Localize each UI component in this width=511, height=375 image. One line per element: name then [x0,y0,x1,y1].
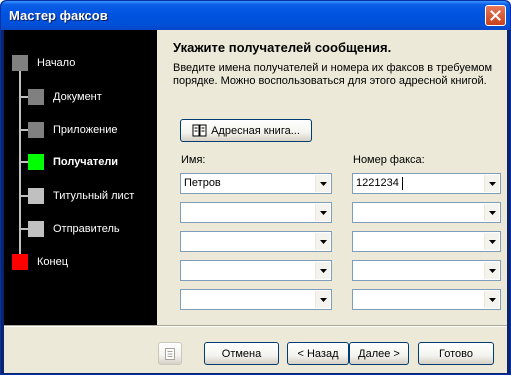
step-label: Документ [53,91,102,103]
next-button[interactable]: Далее > [349,342,409,365]
address-book-button[interactable]: Адресная книга... [180,119,312,142]
dropdown-button[interactable] [315,291,330,308]
address-book-label: Адресная книга... [211,124,300,137]
dropdown-button[interactable] [315,233,330,250]
recipient-fax-combo[interactable] [352,289,501,310]
chevron-down-icon [319,181,327,186]
help-icon [165,347,175,360]
recipient-name-combo[interactable] [180,289,332,310]
address-book-icon [192,124,207,136]
chevron-down-icon [488,181,496,186]
title-bar[interactable]: Мастер факсов [1,1,510,30]
chevron-down-icon [319,239,327,244]
finish-button[interactable]: Готово [418,342,494,365]
recipient-fax-combo[interactable]: 1221234 [352,173,501,194]
recipient-fax-combo[interactable] [352,260,501,281]
dropdown-button[interactable] [484,204,499,221]
chevron-down-icon [319,268,327,273]
chevron-down-icon [319,210,327,215]
recipient-name-combo[interactable] [180,231,332,252]
step-label: Приложение [53,124,118,136]
dropdown-button[interactable] [315,175,330,192]
wizard-client-area: Начало Документ Приложение Получатели Титуль… [4,30,507,373]
step-label: Отправитель [53,223,120,235]
dropdown-button[interactable] [315,204,330,221]
dropdown-button[interactable] [484,262,499,279]
help-button[interactable] [158,342,182,365]
step-status-icon [28,89,44,105]
step-status-icon [28,154,44,170]
window-title: Мастер факсов [9,8,108,23]
step-status-icon [12,254,28,270]
fax-column-label: Номер факса: [353,154,425,166]
back-button[interactable]: < Назад [287,342,349,365]
recipients-page: Укажите получателей сообщения. Введите и… [157,30,507,325]
chevron-down-icon [488,210,496,215]
dropdown-button[interactable] [315,262,330,279]
close-button[interactable] [485,5,506,26]
step-status-icon [28,122,44,138]
close-icon [490,10,501,21]
steps-panel: Начало Документ Приложение Получатели Титуль… [4,30,157,325]
recipient-name-combo[interactable]: Петров [180,173,332,194]
cancel-button[interactable]: Отмена [204,342,279,365]
chevron-down-icon [488,239,496,244]
chevron-down-icon [319,297,327,302]
recipient-fax-value: 1221234 [356,177,399,189]
step-status-icon [28,221,44,237]
recipient-name-combo[interactable] [180,260,332,281]
fax-wizard-window: Мастер факсов Начало Документ Приложение По… [0,0,511,375]
name-column-label: Имя: [181,154,206,166]
dropdown-button[interactable] [484,233,499,250]
step-status-icon [28,188,44,204]
text-cursor [402,177,403,190]
step-label: Титульный лист [53,190,135,202]
wizard-buttons-bar: Отмена < Назад Далее > Готово [4,327,507,373]
step-label: Получатели [53,156,119,168]
recipient-name-value: Петров [184,177,221,189]
page-heading: Укажите получателей сообщения. [173,40,392,55]
recipient-fax-combo[interactable] [352,231,501,252]
chevron-down-icon [488,297,496,302]
recipient-fax-combo[interactable] [352,202,501,223]
page-description: Введите имена получателей и номера их фа… [173,62,493,87]
step-label: Начало [37,57,76,69]
chevron-down-icon [488,268,496,273]
step-label: Конец [37,256,69,268]
recipient-name-combo[interactable] [180,202,332,223]
dropdown-button[interactable] [484,291,499,308]
step-status-icon [12,55,28,71]
dropdown-button[interactable] [484,175,499,192]
